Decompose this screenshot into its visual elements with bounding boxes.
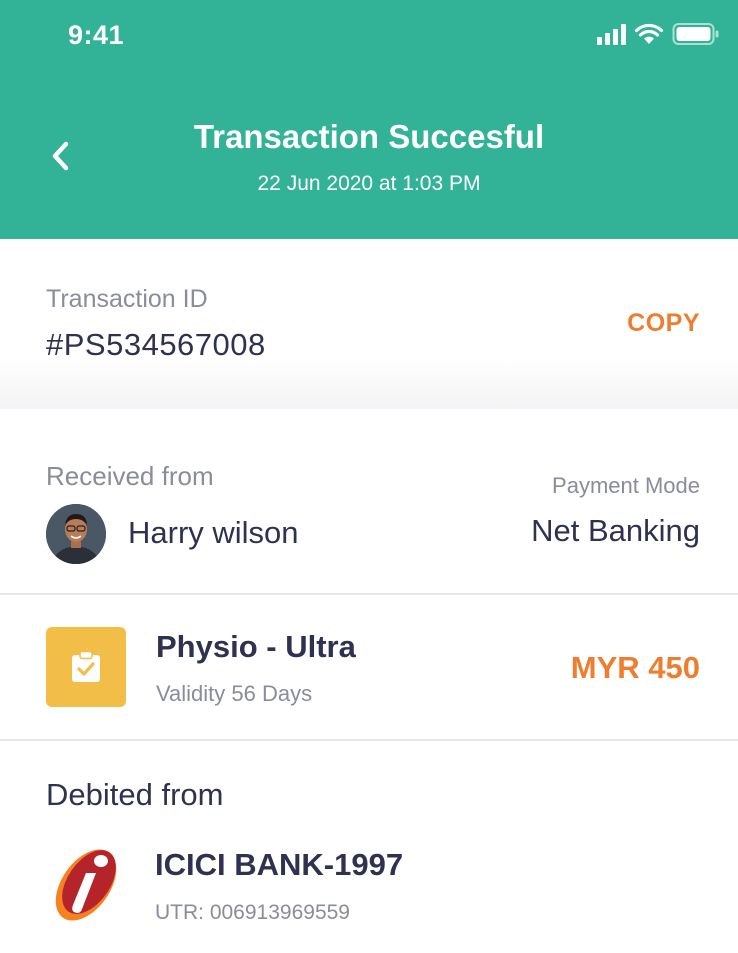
- clipboard-check-icon: [46, 627, 126, 707]
- page-subtitle: 22 Jun 2020 at 1:03 PM: [257, 172, 481, 195]
- signal-icon: [597, 23, 626, 45]
- plan-validity: Validity 56 Days: [156, 681, 313, 706]
- plan-name: Physio - Ultra: [156, 629, 356, 664]
- received-from-label: Received from: [46, 461, 214, 491]
- icici-logo-icon: [46, 845, 124, 925]
- transaction-id-section: Transaction ID #PS534567008 COPY: [0, 239, 738, 409]
- header-bar: 9:41 Transaction Succesful 22 Jun 2020 a…: [0, 0, 738, 239]
- transaction-id-label: Transaction ID: [46, 285, 208, 313]
- wifi-icon: [634, 23, 664, 44]
- plan-section: Physio - Ultra Validity 56 Days MYR 450: [0, 595, 738, 741]
- received-section: Received from Harry wilson Payment Mode …: [0, 415, 738, 595]
- debited-section: Debited from ICICI BANK-1997 UTR: 006913…: [0, 741, 738, 953]
- status-icons: [597, 20, 720, 48]
- bank-name: ICICI BANK-1997: [155, 847, 404, 882]
- plan-price: MYR 450: [570, 650, 700, 685]
- sender-name: Harry wilson: [128, 515, 299, 550]
- avatar: [46, 504, 106, 564]
- battery-icon: [672, 23, 719, 45]
- page-title: Transaction Succesful: [193, 118, 545, 155]
- payment-mode-value: Net Banking: [531, 513, 700, 548]
- transaction-id-value: #PS534567008: [46, 327, 266, 362]
- payment-mode-label: Payment Mode: [552, 473, 700, 498]
- status-time: 9:41: [68, 20, 125, 50]
- debited-from-label: Debited from: [46, 777, 224, 812]
- copy-button[interactable]: COPY: [627, 309, 700, 338]
- bank-utr: UTR: 006913969559: [155, 901, 350, 924]
